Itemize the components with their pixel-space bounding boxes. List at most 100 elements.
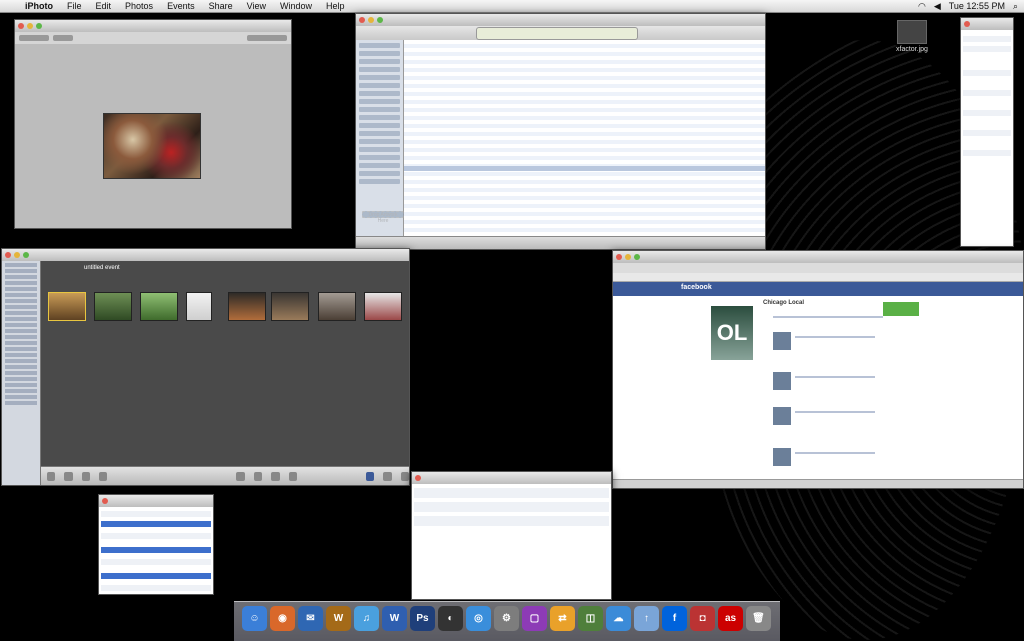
list-item[interactable] <box>963 90 1011 96</box>
close-button[interactable] <box>964 21 970 27</box>
zoom-button[interactable] <box>36 23 42 29</box>
song-list[interactable] <box>404 40 765 237</box>
desktop-file-icon[interactable]: xfactor.jpg <box>896 20 928 53</box>
browser-status-bar <box>613 479 1023 488</box>
zoom-button[interactable] <box>377 17 383 23</box>
minimize-button[interactable] <box>27 23 33 29</box>
toolbar-control[interactable] <box>247 35 287 41</box>
flickr-share-icon[interactable] <box>383 471 392 481</box>
facebook-page: facebook Chicago Local OL <box>613 282 1023 480</box>
photo-thumbnail[interactable] <box>186 292 212 321</box>
calendar-icon[interactable] <box>271 471 280 481</box>
minimize-button[interactable] <box>625 254 631 260</box>
toolbar-control[interactable] <box>19 35 49 41</box>
dock-textmate-icon[interactable]: ▢ <box>522 606 547 631</box>
volume-icon[interactable]: ◀ <box>934 1 941 12</box>
mobileme-share-icon[interactable] <box>400 471 409 481</box>
close-button[interactable] <box>18 23 24 29</box>
hide-icon[interactable] <box>236 471 245 481</box>
menu-window[interactable]: Window <box>273 1 319 11</box>
dock-photo-booth-icon[interactable]: ◘ <box>690 606 715 631</box>
photo-thumbnail[interactable] <box>364 292 402 321</box>
dock-system-prefs-icon[interactable]: ⚙ <box>494 606 519 631</box>
dock-thunderbird-icon[interactable]: ✉ <box>298 606 323 631</box>
wall-post-thumbnail[interactable] <box>773 448 791 466</box>
list-item[interactable] <box>963 110 1011 116</box>
menu-events[interactable]: Events <box>160 1 202 11</box>
photo-thumbnail[interactable] <box>228 292 266 321</box>
list-item[interactable] <box>963 36 1011 42</box>
close-button[interactable] <box>359 17 365 23</box>
photo-thumbnail[interactable] <box>271 292 309 321</box>
zoom-button[interactable] <box>634 254 640 260</box>
app-menu[interactable]: iPhoto <box>18 1 60 11</box>
dock-world-of-warcraft-icon[interactable]: W <box>326 606 351 631</box>
download-item[interactable] <box>414 488 609 498</box>
dock-finder-icon[interactable]: ☺ <box>242 606 267 631</box>
event-title[interactable]: untitled event <box>84 265 120 271</box>
rotate-icon[interactable] <box>99 471 108 481</box>
previewed-photo <box>103 113 201 179</box>
minimize-button[interactable] <box>368 17 374 23</box>
close-button[interactable] <box>415 475 421 481</box>
dock-transmit-icon[interactable]: ⇄ <box>550 606 575 631</box>
dock-safari-icon[interactable]: ◎ <box>466 606 491 631</box>
dock-trash-icon[interactable]: 🗑 <box>746 606 771 631</box>
zoom-button[interactable] <box>23 252 29 258</box>
photo-thumbnail[interactable] <box>140 292 178 321</box>
chat-input[interactable] <box>101 585 211 591</box>
wall-post-thumbnail[interactable] <box>773 332 791 350</box>
menu-photos[interactable]: Photos <box>118 1 160 11</box>
download-item[interactable] <box>414 516 609 526</box>
menu-file[interactable]: File <box>60 1 89 11</box>
toolbar-control[interactable] <box>53 35 73 41</box>
photo-thumbnail[interactable] <box>48 292 86 321</box>
close-button[interactable] <box>102 498 108 504</box>
wall-post-thumbnail[interactable] <box>773 407 791 425</box>
list-item[interactable] <box>963 70 1011 76</box>
wifi-icon[interactable]: ◠ <box>918 1 926 12</box>
minimize-button[interactable] <box>14 252 20 258</box>
download-item[interactable] <box>414 502 609 512</box>
info-icon[interactable] <box>64 471 73 481</box>
browser-window: facebook Chicago Local OL <box>612 250 1024 489</box>
facebook-logo[interactable]: facebook <box>681 284 712 291</box>
desktop-file-label: xfactor.jpg <box>896 46 928 53</box>
dock-firefox-icon[interactable]: ◉ <box>270 606 295 631</box>
profile-picture[interactable]: OL <box>711 306 753 360</box>
artwork-drop-area[interactable]: Drop Artwork Here <box>362 211 404 224</box>
dock-ichat-icon[interactable]: ☁ <box>606 606 631 631</box>
spotlight-icon[interactable]: ⌕ <box>1013 1 1018 12</box>
photo-thumbnail[interactable] <box>318 292 356 321</box>
menu-help[interactable]: Help <box>319 1 352 11</box>
wall-post-text <box>795 452 875 454</box>
selected-song-row[interactable] <box>404 166 765 171</box>
close-button[interactable] <box>616 254 622 260</box>
menu-clock[interactable]: Tue 12:55 PM <box>949 1 1005 11</box>
list-item[interactable] <box>963 46 1011 52</box>
list-item[interactable] <box>963 150 1011 156</box>
dock-word-icon[interactable]: W <box>382 606 407 631</box>
dock-photoshop-icon[interactable]: Ps <box>410 606 435 631</box>
dock-flickr-icon[interactable]: f <box>662 606 687 631</box>
card-icon[interactable] <box>288 471 297 481</box>
wall-composer[interactable] <box>773 316 883 318</box>
facebook-share-icon[interactable] <box>365 471 375 481</box>
menu-view[interactable]: View <box>240 1 273 11</box>
list-item[interactable] <box>963 130 1011 136</box>
dock-adium-icon[interactable]: ◐ <box>438 606 463 631</box>
dock-lastfm-icon[interactable]: as <box>718 606 743 631</box>
menu-share[interactable]: Share <box>202 1 240 11</box>
edit-icon[interactable] <box>253 471 263 481</box>
close-button[interactable] <box>5 252 11 258</box>
slideshow-icon[interactable] <box>81 471 91 481</box>
search-icon[interactable] <box>47 471 56 481</box>
wall-post-thumbnail[interactable] <box>773 372 791 390</box>
photo-thumbnail[interactable] <box>94 292 132 321</box>
dock-iphoto-icon[interactable]: ◫ <box>578 606 603 631</box>
image-file-icon <box>896 20 927 44</box>
menu-edit[interactable]: Edit <box>89 1 119 11</box>
dock-upload-icon[interactable]: ↑ <box>634 606 659 631</box>
dock-itunes-icon[interactable]: ♫ <box>354 606 379 631</box>
sidebar-ad[interactable] <box>883 302 919 316</box>
